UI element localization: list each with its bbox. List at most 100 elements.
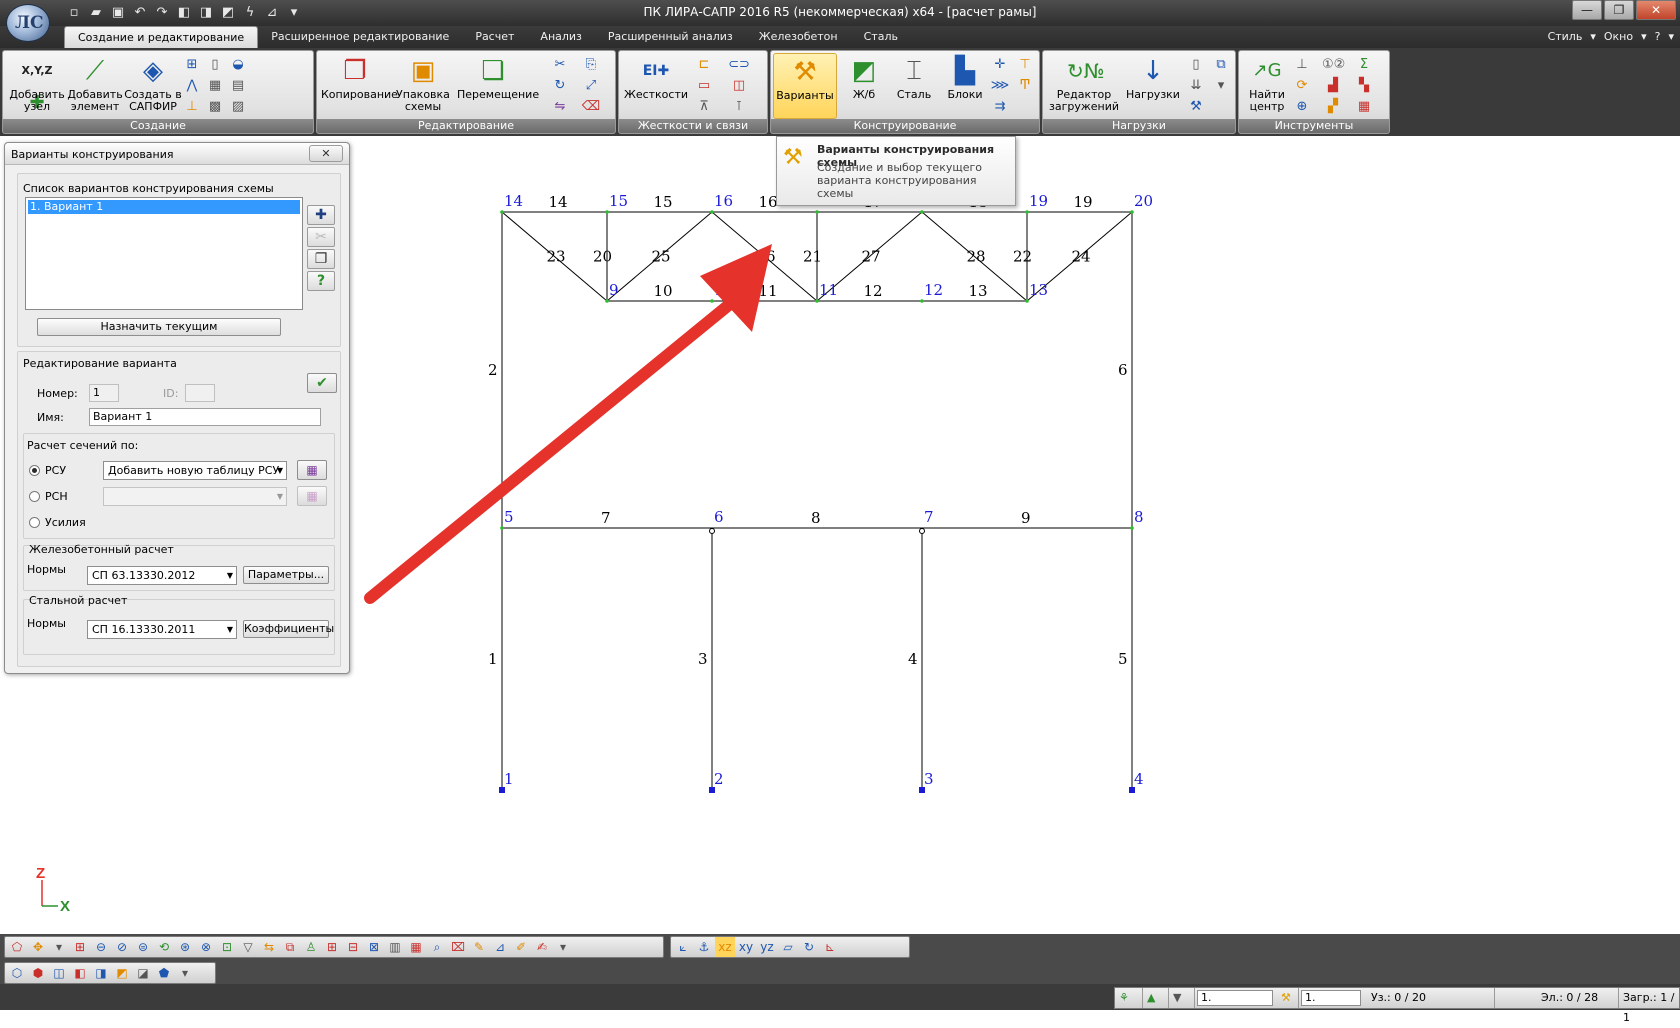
minimize-button[interactable]: — (1572, 0, 1602, 20)
color-map-icon[interactable]: ▞ (1322, 97, 1344, 117)
rsn-combo[interactable]: ▼ (103, 487, 287, 506)
measure-icon[interactable]: ⊿ (490, 937, 510, 957)
create-sapfir-button[interactable]: ◈ Создать в САПФИР (123, 53, 183, 119)
status-filter-icon[interactable]: ▼ (1169, 988, 1195, 1008)
boundary-icon[interactable]: ◫ (728, 76, 750, 96)
delete-icon[interactable]: ⌫ (580, 97, 602, 117)
cube-section-icon[interactable]: ◧ (70, 963, 90, 983)
dialog-close-button[interactable]: ✕ (309, 145, 343, 162)
style-menu-arrow-icon[interactable]: ▾ (1590, 26, 1596, 48)
material-icon[interactable]: ⊏ (693, 55, 715, 75)
find-center-button[interactable]: ↗G Найти центр (1243, 53, 1291, 119)
variants-button[interactable]: ⚒ Варианты (773, 53, 837, 119)
sum-icon[interactable]: Σ (1353, 55, 1375, 75)
blocks-button[interactable]: ▙ Блоки (943, 53, 987, 119)
hinge-icon[interactable]: ⊺ (728, 97, 750, 117)
node-marker[interactable] (920, 299, 924, 303)
node-marker[interactable] (1130, 210, 1134, 214)
copy-variant-button[interactable]: ❐ (307, 249, 335, 269)
number-field[interactable]: 1 (89, 384, 119, 402)
load-editor-button[interactable]: ↻№ Редактор загружений (1047, 53, 1121, 119)
steel-coef-button[interactable]: Коэффициенты (243, 620, 334, 638)
window-menu[interactable]: Окно (1604, 26, 1633, 48)
delete-variant-button[interactable]: ✂ (307, 227, 335, 247)
add-element-button[interactable]: ⟋ Добавить элемент (65, 53, 125, 119)
search-remove-icon[interactable]: ⌧ (448, 937, 468, 957)
dialog-titlebar[interactable]: Варианты конструирования ✕ (5, 143, 349, 165)
rc-button[interactable]: ◩ Ж/б (841, 53, 887, 119)
link-icon[interactable]: ⊂⊃ (728, 55, 750, 75)
local-axes-icon[interactable]: ⊥ (181, 97, 203, 117)
scheme2-icon[interactable]: ▦ (406, 937, 426, 957)
section-icon[interactable]: ▭ (693, 76, 715, 96)
mirror-icon[interactable]: ⇋ (549, 97, 571, 117)
tab-reinforced-concrete[interactable]: Железобетон (746, 26, 851, 48)
load-more-icon[interactable]: ▾ (1210, 76, 1232, 96)
rsu-combo[interactable]: Добавить новую таблицу РСУ ▼ (103, 461, 287, 480)
refresh-icon[interactable]: ⟳ (1291, 76, 1313, 96)
node-marker[interactable] (500, 526, 504, 530)
help-menu[interactable]: ? (1655, 26, 1661, 48)
display-more-icon[interactable]: ▾ (175, 963, 195, 983)
cube-icon[interactable]: ⬡ (7, 963, 27, 983)
cube-wire-icon[interactable]: ◫ (49, 963, 69, 983)
add-node-button[interactable]: X,Y,Z ✚ Добавить узел (7, 53, 67, 119)
help-variant-button[interactable]: ? (307, 271, 335, 291)
xz-plane-icon[interactable]: xz (715, 937, 735, 957)
frame3-icon[interactable]: ⊠ (364, 937, 384, 957)
rsn-radio[interactable] (29, 491, 40, 502)
list-item[interactable]: 1. Вариант 1 (28, 200, 300, 214)
polygon-select-icon[interactable]: ⬠ (7, 937, 27, 957)
zoom-icon[interactable]: ⊕ (1291, 97, 1313, 117)
node-marker[interactable] (815, 210, 819, 214)
cube-red-icon[interactable]: ⬢ (28, 963, 48, 983)
node-marker[interactable] (710, 210, 714, 214)
tab-calculation[interactable]: Расчет (462, 26, 527, 48)
tp-icon[interactable]: Ͳ (1014, 76, 1036, 96)
filter-icon[interactable]: ▽ (238, 937, 258, 957)
load-copy-icon[interactable]: ⧉ (1210, 55, 1232, 75)
anchor-icon[interactable]: ⚓ (694, 937, 714, 957)
rc-params-button[interactable]: Параметры... (243, 566, 329, 584)
rotate-icon[interactable]: ↻ (549, 76, 571, 96)
node-marker[interactable] (1130, 526, 1134, 530)
status-combo-1[interactable]: 1. (1197, 990, 1273, 1006)
truss-icon[interactable]: ⋀ (181, 76, 203, 96)
forces-radio[interactable] (29, 517, 40, 528)
cube-iso-icon[interactable]: ⬟ (154, 963, 174, 983)
hatch-blue-icon[interactable]: ⋙ (989, 76, 1011, 96)
zoom-all-icon[interactable]: ⊜ (133, 937, 153, 957)
stiffness-button[interactable]: EI✚ Жесткости (623, 53, 689, 119)
frame-icon[interactable]: ⊞ (322, 937, 342, 957)
zoom-out-icon[interactable]: ⊖ (91, 937, 111, 957)
node-marker[interactable] (710, 299, 714, 303)
distributed-icon[interactable]: ⇊ (1185, 76, 1207, 96)
node-marker[interactable] (815, 299, 819, 303)
node-marker[interactable] (920, 210, 924, 214)
axes-3d-icon[interactable]: ⟀ (673, 937, 693, 957)
axes-icon[interactable]: ⊾ (820, 937, 840, 957)
iso-plane-icon[interactable]: ▱ (778, 937, 798, 957)
id-field[interactable] (185, 384, 215, 402)
support-marker[interactable] (499, 787, 505, 793)
add-variant-button[interactable]: ✚ (307, 205, 335, 225)
cube-solid-icon[interactable]: ◨ (91, 963, 111, 983)
variants-listbox[interactable]: 1. Вариант 1 (25, 197, 303, 310)
tab-extended-editing[interactable]: Расширенное редактирование (258, 26, 462, 48)
rsn-table-button[interactable]: ▦ (297, 486, 327, 506)
tee-icon[interactable]: ⊤ (1014, 55, 1036, 75)
pencil-icon[interactable]: ✐ (511, 937, 531, 957)
pack-scheme-button[interactable]: ▣ Упаковка схемы (393, 53, 453, 119)
apply-button[interactable]: ✔ (307, 373, 337, 393)
search-icon[interactable]: ⌕ (427, 937, 447, 957)
support-marker[interactable] (709, 787, 715, 793)
color-grid-icon[interactable]: ▦ (1353, 97, 1375, 117)
close-window-button[interactable]: ✕ (1636, 0, 1676, 20)
scheme-icon[interactable]: ▥ (385, 937, 405, 957)
node-icon[interactable]: ⊥ (1291, 55, 1313, 75)
paste-icon[interactable]: ⎘ (580, 55, 602, 75)
tab-creation-editing[interactable]: Создание и редактирование (64, 26, 259, 48)
help-menu-arrow-icon[interactable]: ▾ (1668, 26, 1674, 48)
grid-icon[interactable]: ⊞ (181, 55, 203, 75)
flip-icon[interactable]: ⇆ (259, 937, 279, 957)
